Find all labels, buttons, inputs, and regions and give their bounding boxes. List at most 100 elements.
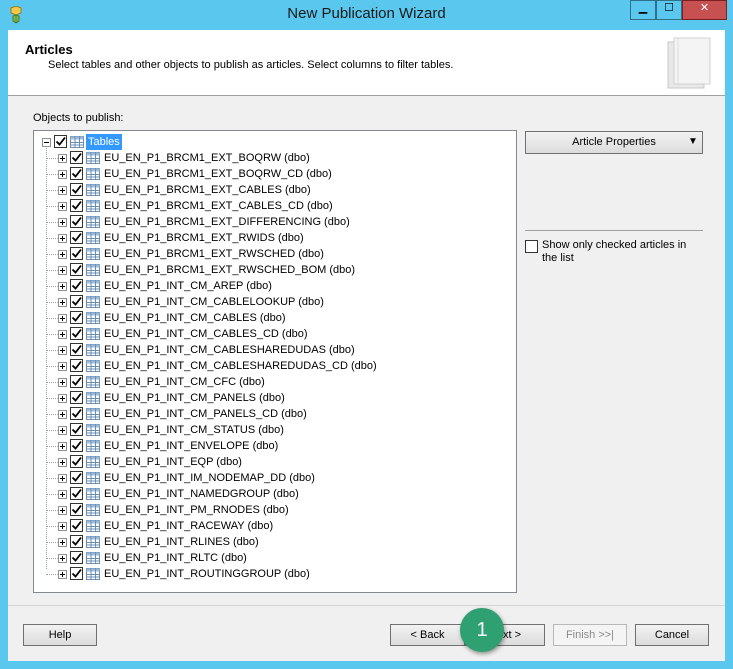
table-label[interactable]: EU_EN_P1_INT_RLTC (dbo) bbox=[102, 550, 249, 566]
table-row[interactable]: EU_EN_P1_BRCM1_EXT_CABLES_CD (dbo) bbox=[34, 198, 514, 214]
table-row[interactable]: EU_EN_P1_INT_ENVELOPE (dbo) bbox=[34, 438, 514, 454]
table-checkbox[interactable] bbox=[70, 279, 83, 292]
expand-icon[interactable] bbox=[58, 522, 67, 531]
table-label[interactable]: EU_EN_P1_INT_CM_CABLESHAREDUDAS_CD (dbo) bbox=[102, 358, 379, 374]
table-label[interactable]: EU_EN_P1_BRCM1_EXT_DIFFERENCING (dbo) bbox=[102, 214, 352, 230]
expand-icon[interactable] bbox=[58, 202, 67, 211]
expand-icon[interactable] bbox=[58, 218, 67, 227]
help-button[interactable]: Help bbox=[23, 624, 97, 646]
expand-icon[interactable] bbox=[58, 346, 67, 355]
table-checkbox[interactable] bbox=[70, 295, 83, 308]
table-label[interactable]: EU_EN_P1_INT_CM_CFC (dbo) bbox=[102, 374, 267, 390]
expand-icon[interactable] bbox=[58, 154, 67, 163]
table-checkbox[interactable] bbox=[70, 391, 83, 404]
table-row[interactable]: EU_EN_P1_BRCM1_EXT_BOQRW (dbo) bbox=[34, 150, 514, 166]
table-label[interactable]: EU_EN_P1_BRCM1_EXT_BOQRW (dbo) bbox=[102, 150, 312, 166]
expand-icon[interactable] bbox=[58, 426, 67, 435]
maximize-button[interactable]: ☐ bbox=[656, 0, 682, 20]
cancel-button[interactable]: Cancel bbox=[635, 624, 709, 646]
table-row[interactable]: EU_EN_P1_BRCM1_EXT_RWIDS (dbo) bbox=[34, 230, 514, 246]
expand-icon[interactable] bbox=[58, 538, 67, 547]
expand-icon[interactable] bbox=[58, 298, 67, 307]
table-label[interactable]: EU_EN_P1_INT_CM_PANELS (dbo) bbox=[102, 390, 287, 406]
table-checkbox[interactable] bbox=[70, 487, 83, 500]
table-row[interactable]: EU_EN_P1_INT_CM_CABLESHAREDUDAS_CD (dbo) bbox=[34, 358, 514, 374]
table-checkbox[interactable] bbox=[70, 199, 83, 212]
table-label[interactable]: EU_EN_P1_INT_IM_NODEMAP_DD (dbo) bbox=[102, 470, 317, 486]
table-label[interactable]: EU_EN_P1_INT_CM_STATUS (dbo) bbox=[102, 422, 286, 438]
table-checkbox[interactable] bbox=[70, 215, 83, 228]
table-row[interactable]: EU_EN_P1_INT_CM_CABLES (dbo) bbox=[34, 310, 514, 326]
expand-icon[interactable] bbox=[58, 362, 67, 371]
objects-tree[interactable]: Tables EU_EN_P1_BRCM1_EXT_BOQRW (dbo) EU_… bbox=[33, 130, 517, 593]
table-row[interactable]: EU_EN_P1_INT_RLTC (dbo) bbox=[34, 550, 514, 566]
table-label[interactable]: EU_EN_P1_BRCM1_EXT_CABLES_CD (dbo) bbox=[102, 198, 335, 214]
table-label[interactable]: EU_EN_P1_BRCM1_EXT_CABLES (dbo) bbox=[102, 182, 313, 198]
table-checkbox[interactable] bbox=[70, 327, 83, 340]
table-row[interactable]: EU_EN_P1_INT_CM_CABLESHAREDUDAS (dbo) bbox=[34, 342, 514, 358]
table-row[interactable]: EU_EN_P1_INT_CM_PANELS_CD (dbo) bbox=[34, 406, 514, 422]
table-checkbox[interactable] bbox=[70, 567, 83, 580]
table-checkbox[interactable] bbox=[70, 471, 83, 484]
table-checkbox[interactable] bbox=[70, 151, 83, 164]
table-checkbox[interactable] bbox=[70, 439, 83, 452]
table-label[interactable]: EU_EN_P1_INT_CM_AREP (dbo) bbox=[102, 278, 274, 294]
expand-icon[interactable] bbox=[58, 330, 67, 339]
table-label[interactable]: EU_EN_P1_INT_ROUTINGGROUP (dbo) bbox=[102, 566, 312, 582]
table-checkbox[interactable] bbox=[70, 231, 83, 244]
table-checkbox[interactable] bbox=[70, 311, 83, 324]
table-label[interactable]: EU_EN_P1_INT_CM_CABLES (dbo) bbox=[102, 310, 288, 326]
show-only-checked-label[interactable]: Show only checked articles in the list bbox=[542, 239, 702, 265]
table-label[interactable]: EU_EN_P1_BRCM1_EXT_BOQRW_CD (dbo) bbox=[102, 166, 334, 182]
table-label[interactable]: EU_EN_P1_INT_CM_CABLELOOKUP (dbo) bbox=[102, 294, 326, 310]
table-label[interactable]: EU_EN_P1_INT_EQP (dbo) bbox=[102, 454, 244, 470]
root-checkbox[interactable] bbox=[54, 135, 67, 148]
expand-icon[interactable] bbox=[58, 458, 67, 467]
table-checkbox[interactable] bbox=[70, 455, 83, 468]
table-checkbox[interactable] bbox=[70, 423, 83, 436]
table-label[interactable]: EU_EN_P1_BRCM1_EXT_RWSCHED (dbo) bbox=[102, 246, 326, 262]
table-row[interactable]: EU_EN_P1_INT_CM_CABLES_CD (dbo) bbox=[34, 326, 514, 342]
table-row[interactable]: EU_EN_P1_BRCM1_EXT_RWSCHED_BOM (dbo) bbox=[34, 262, 514, 278]
table-checkbox[interactable] bbox=[70, 167, 83, 180]
table-label[interactable]: EU_EN_P1_INT_NAMEDGROUP (dbo) bbox=[102, 486, 301, 502]
close-button[interactable]: ✕ bbox=[682, 0, 727, 20]
expand-icon[interactable] bbox=[58, 490, 67, 499]
table-row[interactable]: EU_EN_P1_INT_CM_PANELS (dbo) bbox=[34, 390, 514, 406]
expand-icon[interactable] bbox=[58, 234, 67, 243]
expand-icon[interactable] bbox=[58, 282, 67, 291]
title-bar[interactable]: New Publication Wizard ▁ ☐ ✕ bbox=[0, 0, 733, 30]
expand-icon[interactable] bbox=[58, 378, 67, 387]
show-only-checked-checkbox[interactable] bbox=[525, 240, 538, 253]
expand-icon[interactable] bbox=[58, 266, 67, 275]
expand-icon[interactable] bbox=[58, 314, 67, 323]
table-checkbox[interactable] bbox=[70, 359, 83, 372]
table-row[interactable]: EU_EN_P1_BRCM1_EXT_RWSCHED (dbo) bbox=[34, 246, 514, 262]
table-row[interactable]: EU_EN_P1_INT_NAMEDGROUP (dbo) bbox=[34, 486, 514, 502]
table-label[interactable]: EU_EN_P1_BRCM1_EXT_RWIDS (dbo) bbox=[102, 230, 306, 246]
table-checkbox[interactable] bbox=[70, 551, 83, 564]
table-row[interactable]: EU_EN_P1_BRCM1_EXT_BOQRW_CD (dbo) bbox=[34, 166, 514, 182]
table-row[interactable]: EU_EN_P1_INT_CM_AREP (dbo) bbox=[34, 278, 514, 294]
table-row[interactable]: EU_EN_P1_INT_CM_CABLELOOKUP (dbo) bbox=[34, 294, 514, 310]
expand-icon[interactable] bbox=[58, 506, 67, 515]
table-label[interactable]: EU_EN_P1_BRCM1_EXT_RWSCHED_BOM (dbo) bbox=[102, 262, 357, 278]
table-row[interactable]: EU_EN_P1_BRCM1_EXT_DIFFERENCING (dbo) bbox=[34, 214, 514, 230]
table-label[interactable]: EU_EN_P1_INT_CM_CABLES_CD (dbo) bbox=[102, 326, 310, 342]
table-checkbox[interactable] bbox=[70, 407, 83, 420]
table-checkbox[interactable] bbox=[70, 263, 83, 276]
expand-icon[interactable] bbox=[58, 410, 67, 419]
table-checkbox[interactable] bbox=[70, 343, 83, 356]
table-label[interactable]: EU_EN_P1_INT_PM_RNODES (dbo) bbox=[102, 502, 291, 518]
expand-icon[interactable] bbox=[58, 554, 67, 563]
table-row[interactable]: EU_EN_P1_INT_IM_NODEMAP_DD (dbo) bbox=[34, 470, 514, 486]
expand-icon[interactable] bbox=[58, 570, 67, 579]
table-checkbox[interactable] bbox=[70, 183, 83, 196]
table-label[interactable]: EU_EN_P1_INT_RLINES (dbo) bbox=[102, 534, 261, 550]
table-row[interactable]: EU_EN_P1_INT_RACEWAY (dbo) bbox=[34, 518, 514, 534]
tree-root-label[interactable]: Tables bbox=[86, 134, 122, 150]
expand-icon[interactable] bbox=[58, 186, 67, 195]
table-row[interactable]: EU_EN_P1_INT_PM_RNODES (dbo) bbox=[34, 502, 514, 518]
table-row[interactable]: EU_EN_P1_INT_ROUTINGGROUP (dbo) bbox=[34, 566, 514, 582]
minimize-button[interactable]: ▁ bbox=[630, 0, 656, 20]
